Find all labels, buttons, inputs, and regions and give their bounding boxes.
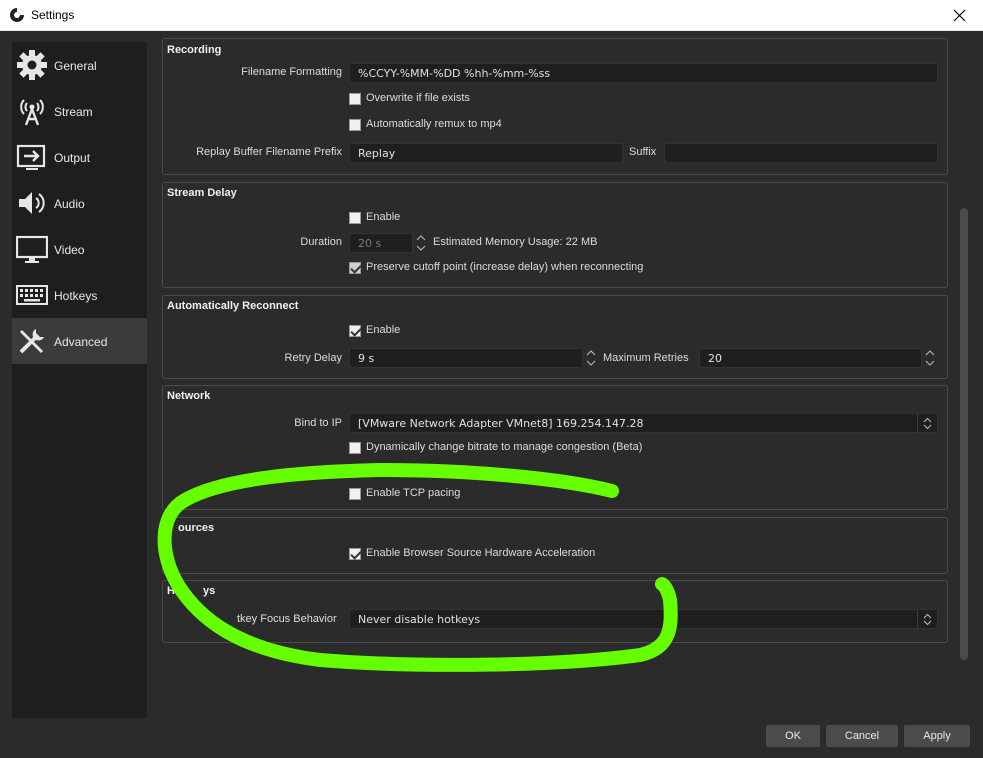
- retry-delay-label: Retry Delay: [284, 352, 342, 364]
- checkbox-label: Dynamically change bitrate to manage con…: [366, 441, 643, 453]
- checkbox-label: Enable: [366, 211, 401, 223]
- memory-usage-text: Estimated Memory Usage: 22 MB: [433, 236, 598, 248]
- duration-input[interactable]: 20 s: [349, 233, 413, 253]
- network-group: Network Bind to IP [VMware Network Adapt…: [162, 385, 948, 510]
- filename-formatting-label: Filename Formatting: [241, 66, 342, 78]
- chevron-down-icon: [586, 360, 596, 366]
- sidebar-item-label: Hotkeys: [54, 289, 98, 303]
- chevron-down-icon: [925, 360, 935, 366]
- monitor-icon: [16, 235, 48, 263]
- overwrite-checkbox[interactable]: [349, 93, 361, 105]
- preserve-cutoff-checkbox[interactable]: [349, 262, 361, 274]
- max-retries-stepper[interactable]: [922, 348, 938, 368]
- tcp-pacing-checkbox[interactable]: [349, 488, 361, 500]
- keyboard-icon: [16, 285, 48, 305]
- bind-ip-label: Bind to IP: [294, 417, 342, 429]
- bind-ip-select[interactable]: [VMware Network Adapter VMnet8] 169.254.…: [349, 413, 938, 434]
- scrollbar-thumb[interactable]: [960, 208, 968, 660]
- title-bar: Settings: [0, 0, 983, 31]
- retry-delay-stepper[interactable]: [583, 348, 599, 368]
- suffix-input[interactable]: [664, 143, 938, 163]
- gear-icon: [17, 50, 47, 80]
- retry-delay-input[interactable]: 9 s: [349, 348, 583, 368]
- sidebar-item-output[interactable]: Output: [12, 134, 147, 180]
- settings-content: Recording Filename Formatting %CCYY-%MM-…: [154, 38, 955, 718]
- group-title-tail: ys: [203, 585, 216, 597]
- close-icon: [953, 9, 966, 22]
- recording-group: Recording Filename Formatting %CCYY-%MM-…: [162, 38, 948, 175]
- output-icon: [16, 144, 46, 170]
- stream-delay-group: Stream Delay Enable Duration 20 s Estima…: [162, 182, 948, 288]
- reconnect-group: Automatically Reconnect Enable Retry Del…: [162, 295, 948, 379]
- replay-prefix-label: Replay Buffer Filename Prefix: [196, 146, 342, 158]
- sources-group: ources Enable Browser Source Hardware Ac…: [162, 517, 948, 574]
- sidebar-item-stream[interactable]: Stream: [12, 88, 147, 134]
- tools-icon: [19, 329, 44, 354]
- sidebar-item-hotkeys[interactable]: Hotkeys: [12, 272, 147, 318]
- vertical-scrollbar[interactable]: [958, 42, 970, 660]
- checkbox-label: Enable TCP pacing: [366, 487, 461, 499]
- settings-sidebar: General Stream Output Audio Video Hotkey…: [12, 42, 147, 718]
- filename-formatting-input[interactable]: %CCYY-%MM-%DD %hh-%mm-%ss: [349, 63, 938, 83]
- combo-arrow: [917, 414, 937, 434]
- antenna-icon: [20, 99, 44, 126]
- sidebar-item-label: Stream: [54, 105, 93, 119]
- group-title: Ho: [167, 585, 182, 597]
- remux-checkbox[interactable]: [349, 119, 361, 131]
- checkbox-label: Automatically remux to mp4: [366, 118, 502, 130]
- speaker-icon: [19, 192, 45, 214]
- hotkey-focus-select[interactable]: Never disable hotkeys: [349, 609, 938, 630]
- chevron-up-icon: [416, 235, 426, 241]
- chevron-up-down-icon: [923, 613, 932, 626]
- dynamic-bitrate-checkbox[interactable]: [349, 442, 361, 454]
- stream-delay-enable-checkbox[interactable]: [349, 212, 361, 224]
- ok-button[interactable]: OK: [766, 725, 820, 747]
- checkbox-label: Enable Browser Source Hardware Accelerat…: [366, 547, 596, 559]
- hotkeys-group: Ho ys tkey Focus Behavior Never disable …: [162, 580, 948, 643]
- cancel-button[interactable]: Cancel: [826, 725, 898, 747]
- duration-label: Duration: [300, 236, 342, 248]
- max-retries-input[interactable]: 20: [699, 348, 922, 368]
- sidebar-item-general[interactable]: General: [12, 42, 147, 88]
- hotkey-focus-label: tkey Focus Behavior: [237, 613, 337, 625]
- group-title: ources: [178, 522, 215, 534]
- close-button[interactable]: [937, 0, 983, 31]
- chevron-up-icon: [925, 350, 935, 356]
- duration-stepper[interactable]: [413, 233, 429, 253]
- combo-arrow: [917, 610, 937, 630]
- replay-prefix-input[interactable]: Replay: [349, 143, 623, 163]
- sidebar-item-label: Output: [54, 151, 91, 165]
- chevron-up-down-icon: [923, 417, 932, 430]
- sidebar-item-label: General: [54, 59, 97, 73]
- group-title: Network: [167, 390, 211, 402]
- browser-accel-checkbox[interactable]: [349, 548, 361, 560]
- group-title: Recording: [167, 44, 222, 56]
- suffix-label: Suffix: [629, 146, 657, 158]
- group-title: Stream Delay: [167, 187, 237, 199]
- checkbox-label: Overwrite if file exists: [366, 92, 470, 104]
- checkbox-label: Preserve cutoff point (increase delay) w…: [366, 261, 644, 273]
- sidebar-item-label: Audio: [54, 197, 85, 211]
- chevron-down-icon: [416, 245, 426, 251]
- group-title: Automatically Reconnect: [167, 300, 299, 312]
- chevron-up-icon: [586, 350, 596, 356]
- sidebar-item-advanced[interactable]: Advanced: [12, 318, 147, 364]
- checkbox-label: Enable: [366, 324, 401, 336]
- sidebar-item-audio[interactable]: Audio: [12, 180, 147, 226]
- sidebar-item-label: Advanced: [54, 335, 108, 349]
- sidebar-item-video[interactable]: Video: [12, 226, 147, 272]
- obs-logo-icon: [10, 8, 24, 22]
- max-retries-label: Maximum Retries: [603, 352, 689, 364]
- sidebar-item-label: Video: [54, 243, 85, 257]
- window-title: Settings: [31, 8, 75, 22]
- reconnect-enable-checkbox[interactable]: [349, 325, 361, 337]
- apply-button[interactable]: Apply: [904, 725, 970, 747]
